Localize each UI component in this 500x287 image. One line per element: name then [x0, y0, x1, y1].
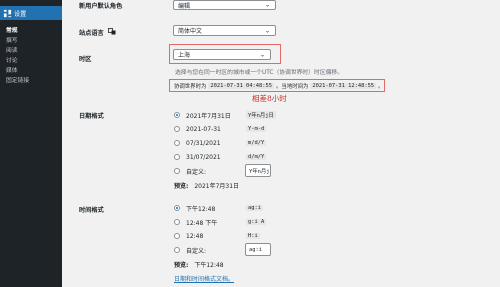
radio-button[interactable]	[174, 154, 180, 160]
time-format-custom-option[interactable]: 自定义:	[174, 247, 206, 255]
chevron-down-icon: ⌄	[264, 27, 270, 34]
time-format-option[interactable]: 下午12:48 ag:i	[174, 205, 263, 213]
sidebar-item-general[interactable]: 常规	[0, 26, 62, 36]
time-format-label: 时间格式	[79, 207, 104, 214]
time-preview-label: 预览:	[174, 262, 189, 269]
sidebar-item-settings[interactable]: 设置	[0, 6, 62, 20]
timezone-times: 协调世界时为 2021-07-31 04:48:55 。当地时间为 2021-0…	[174, 82, 383, 90]
radio-button[interactable]	[174, 140, 180, 146]
date-format-option-code: m/d/Y	[246, 140, 267, 146]
date-format-preview: 预览: 2021年7月31日	[174, 181, 239, 190]
new-user-role-value: 编辑	[178, 2, 191, 10]
settings-icon	[0, 6, 14, 20]
time-format-option[interactable]: 12:48 H:i	[174, 233, 260, 240]
date-format-option-code: d/m/Y	[246, 154, 267, 160]
time-format-custom-label: 自定义:	[186, 247, 207, 255]
local-time: 2021-07-31 12:48:55	[310, 83, 377, 89]
date-preview-label: 预览:	[174, 183, 189, 190]
timezone-label: 时区	[79, 56, 92, 63]
utc-time: 2021-07-31 04:48:55	[208, 83, 275, 89]
timezone-select[interactable]: 上海 ⌄	[173, 49, 271, 60]
sidebar-item-media[interactable]: 媒体	[0, 66, 62, 76]
time-preview-value: 下午12:48	[194, 262, 224, 269]
time-format-option[interactable]: 12:48 下午 g:i A	[174, 219, 267, 227]
date-format-option-label: 2021-07-31	[186, 125, 221, 133]
new-user-role-select[interactable]: 编辑 ⌄	[173, 0, 276, 10]
site-language-select[interactable]: 简体中文 ⌄	[173, 25, 276, 36]
date-preview-value: 2021年7月31日	[194, 183, 240, 190]
timezone-value: 上海	[178, 52, 191, 59]
radio-button[interactable]	[174, 126, 180, 132]
radio-button[interactable]	[174, 205, 180, 211]
date-format-custom-input[interactable]: Y年n月j	[245, 164, 271, 177]
local-prefix: 。当地时间为	[276, 84, 309, 90]
time-format-option-label: 12:48	[186, 232, 204, 240]
date-format-custom-label: 自定义:	[186, 168, 207, 176]
sidebar-item-permalinks[interactable]: 固定链接	[0, 76, 62, 86]
sidebar-item-discussion[interactable]: 讨论	[0, 56, 62, 66]
settings-main: 新用户默认角色 编辑 ⌄ 站点语言 简体中文 ⌄ 时区 上海 ⌄ 选择与您在同一…	[62, 0, 500, 287]
radio-button[interactable]	[174, 247, 180, 253]
date-format-option-code: Y-m-d	[246, 126, 267, 132]
chevron-down-icon: ⌄	[264, 1, 270, 9]
sidebar-item-reading[interactable]: 阅读	[0, 46, 62, 56]
time-format-option-code: ag:i	[246, 205, 263, 211]
translation-icon	[108, 28, 116, 37]
time-format-option-label: 下午12:48	[186, 205, 216, 213]
local-suffix: 。	[378, 84, 384, 90]
date-format-custom-option[interactable]: 自定义:	[174, 168, 206, 176]
sidebar-header-label: 设置	[14, 10, 27, 18]
radio-button[interactable]	[174, 219, 180, 225]
radio-button[interactable]	[174, 112, 180, 118]
date-time-format-doc-link[interactable]: 日期和时间格式文档。	[174, 274, 234, 283]
site-language-value: 简体中文	[178, 28, 203, 35]
radio-button[interactable]	[174, 233, 180, 239]
radio-button[interactable]	[174, 168, 180, 174]
date-format-option[interactable]: 2021-07-31 Y-m-d	[174, 126, 267, 133]
date-format-option-label: 07/31/2021	[186, 139, 221, 147]
new-user-role-label: 新用户默认角色	[79, 3, 123, 10]
timezone-description: 选择与您在同一时区的城市或一个UTC（协调世界时）时区偏移。	[175, 70, 344, 76]
time-format-custom-input[interactable]: ag:i	[245, 243, 271, 256]
admin-sidebar: 设置 常规 撰写 阅读 讨论 媒体 固定链接	[0, 0, 62, 287]
time-format-option-label: 12:48 下午	[186, 219, 218, 227]
time-format-preview: 预览: 下午12:48	[174, 260, 224, 269]
time-format-option-code: H:i	[246, 233, 260, 239]
utc-prefix: 协调世界时为	[174, 84, 207, 90]
date-format-option-label: 2021年7月31日	[186, 112, 231, 120]
date-format-option-label: 31/07/2021	[186, 153, 221, 161]
time-difference-note: 相差8小时	[252, 94, 287, 103]
date-format-option[interactable]: 31/07/2021 d/m/Y	[174, 154, 267, 161]
date-format-option[interactable]: 07/31/2021 m/d/Y	[174, 140, 267, 147]
site-language-text: 站点语言	[79, 30, 104, 37]
sidebar-item-writing[interactable]: 撰写	[0, 36, 62, 46]
date-format-label: 日期格式	[79, 113, 104, 120]
date-format-option-code: Y年n月j日	[246, 111, 276, 119]
chevron-down-icon: ⌄	[259, 51, 265, 58]
date-format-option[interactable]: 2021年7月31日 Y年n月j日	[174, 111, 276, 120]
site-language-label: 站点语言	[79, 28, 116, 37]
time-format-option-code: g:i A	[246, 219, 267, 225]
